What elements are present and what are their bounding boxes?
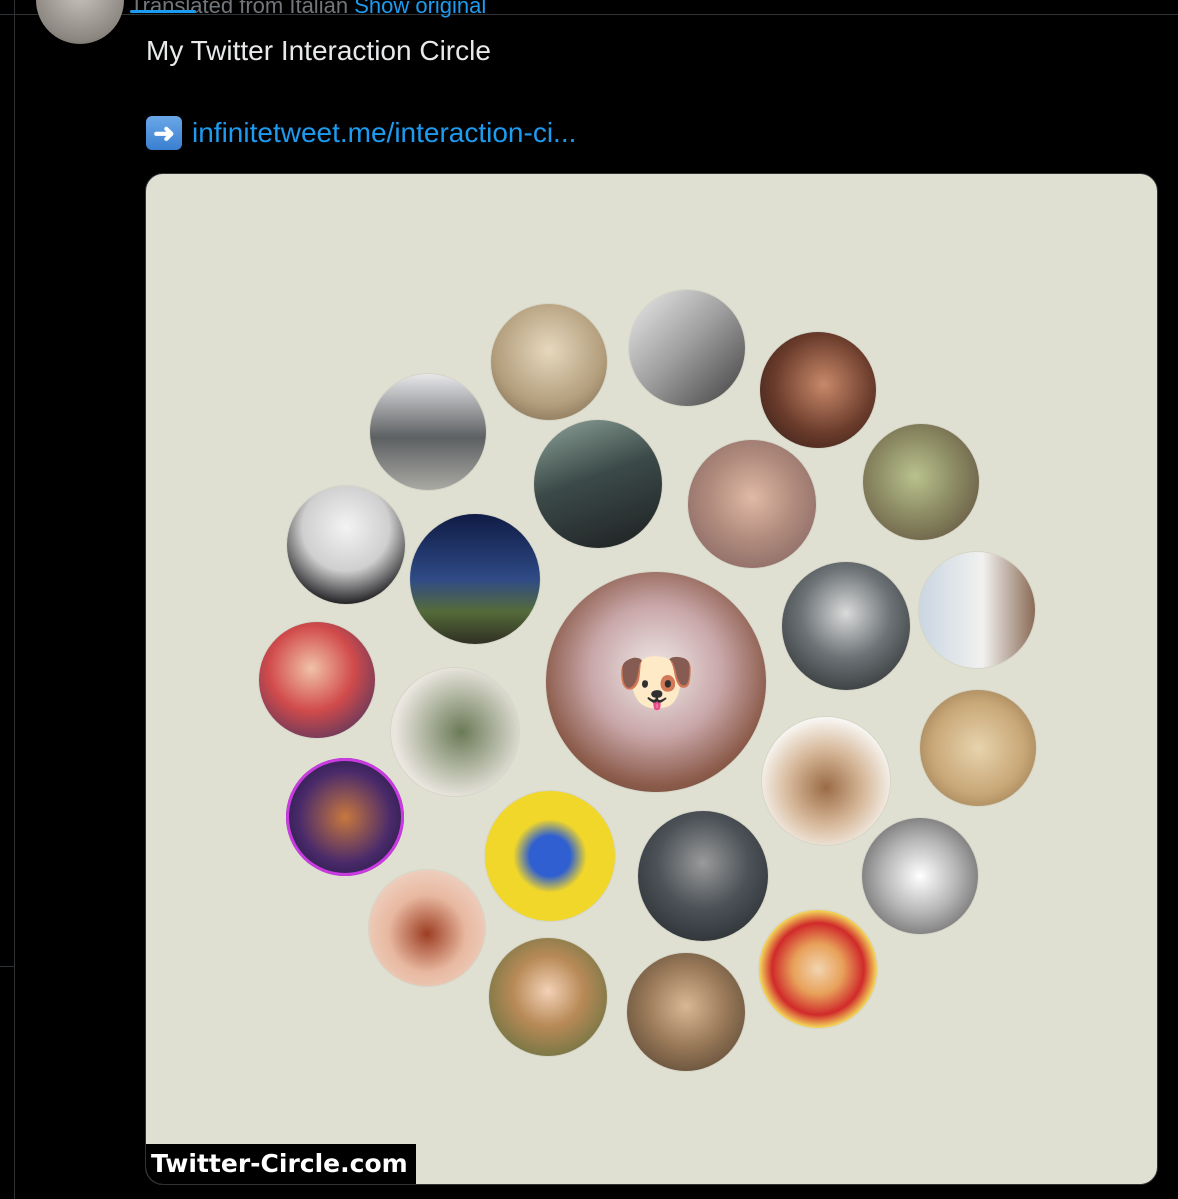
bearded-king-cat-avatar — [286, 758, 404, 876]
lion-cubs-avatar — [627, 953, 745, 1071]
grayscale-mirror-selfie-avatar — [629, 290, 745, 406]
smiling-woman-avatar — [489, 938, 607, 1056]
translation-notice: Translated from Italian Show original — [130, 0, 486, 18]
woman-sepia-portrait-avatar — [491, 304, 607, 420]
girl-window-avatar — [919, 552, 1035, 668]
man-suit-avatar — [287, 486, 405, 604]
right-arrow-icon: ➜ — [146, 116, 182, 150]
violin-avatar — [369, 870, 485, 986]
we-the-people-avatar — [920, 690, 1036, 806]
tweet-text: My Twitter Interaction Circle — [146, 35, 491, 66]
show-original-link[interactable]: Show original — [354, 0, 486, 18]
origami-crane-avatar — [485, 791, 615, 921]
dog-toy-avatar: 🐶 — [546, 572, 766, 792]
translation-underline — [130, 10, 196, 13]
soldier-armor-avatar — [638, 811, 768, 941]
clown-sombrero-avatar — [759, 910, 877, 1028]
mammoth-plush-avatar — [762, 717, 890, 845]
watermark-label: Twitter-Circle.com — [146, 1144, 416, 1184]
side-divider — [0, 966, 14, 967]
tweet-link[interactable]: infinitetweet.me/interaction-ci... — [192, 116, 576, 150]
baby-yoda-avatar — [863, 424, 979, 540]
anubis-avatar — [391, 668, 519, 796]
author-avatar[interactable] — [36, 0, 124, 44]
gamer-headphones-avatar — [259, 622, 375, 738]
tweet-media-image[interactable]: 🐶 Twitter-Circle.com — [145, 173, 1158, 1185]
tweet-link-row: ➜ infinitetweet.me/interaction-ci... — [146, 116, 576, 150]
balcony-silhouette-avatar — [534, 420, 662, 548]
gothic-cat-avatar — [782, 562, 910, 690]
thread-line — [14, 0, 15, 1199]
night-sky-hill-avatar — [410, 514, 540, 644]
cracked-egg-sketch-avatar — [862, 818, 978, 934]
building-entrance-avatar — [370, 374, 486, 490]
translated-label: Translated from Italian — [130, 0, 349, 18]
woman-dark-hair-avatar — [760, 332, 876, 448]
man-glasses-avatar — [688, 440, 816, 568]
